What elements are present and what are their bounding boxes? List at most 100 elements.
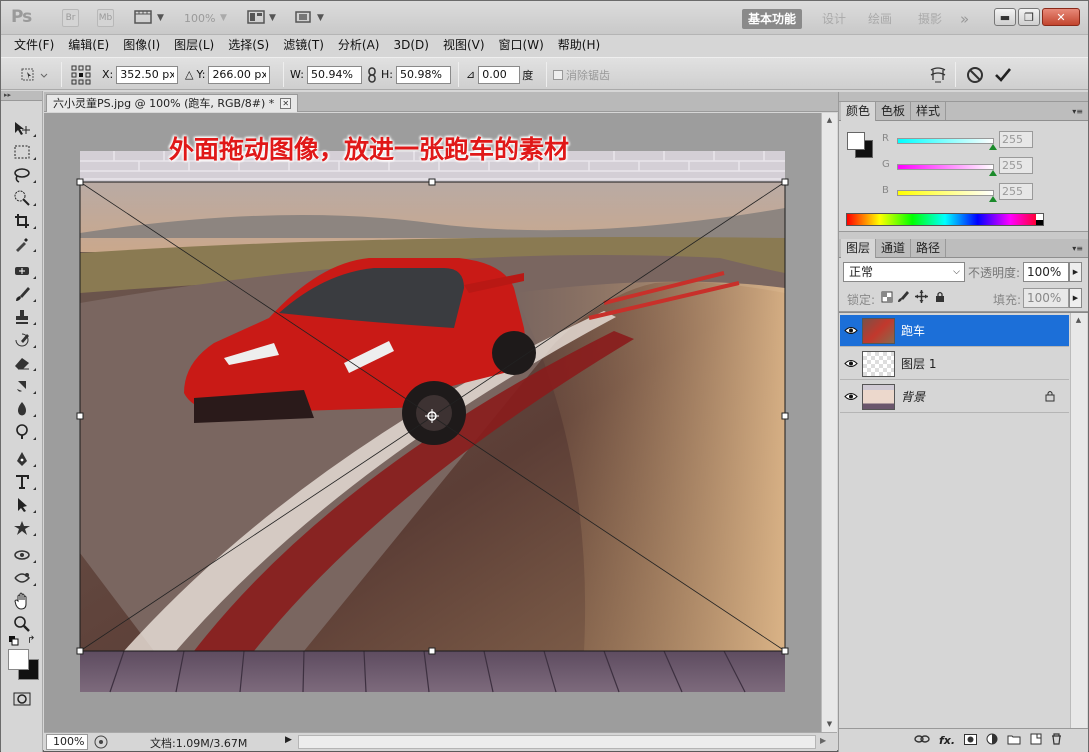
panel-menu-icon[interactable]: ▾≡ bbox=[1072, 107, 1083, 116]
tab-styles[interactable]: 样式 bbox=[911, 102, 947, 120]
menu-window[interactable]: 窗口(W) bbox=[492, 35, 551, 55]
chevron-down-icon[interactable]: ▼ bbox=[317, 9, 324, 27]
bridge-button[interactable]: Br bbox=[62, 9, 79, 27]
blue-value-input[interactable]: 255 bbox=[999, 183, 1033, 200]
warp-mode-icon[interactable] bbox=[929, 65, 947, 84]
spectrum-black[interactable] bbox=[1036, 220, 1043, 225]
zoom-field[interactable]: 100% bbox=[46, 734, 88, 750]
eraser-tool-icon[interactable] bbox=[1, 351, 43, 374]
arrange-documents-icon[interactable] bbox=[246, 9, 266, 25]
blend-mode-select[interactable]: 正常 ⌵ bbox=[843, 262, 965, 282]
green-slider[interactable] bbox=[897, 164, 994, 170]
maximize-button[interactable]: ❐ bbox=[1018, 8, 1040, 26]
fill-input[interactable]: 100% bbox=[1023, 288, 1069, 308]
menu-edit[interactable]: 编辑(E) bbox=[61, 35, 116, 55]
brush-tool-icon[interactable] bbox=[1, 282, 43, 305]
dodge-tool-icon[interactable] bbox=[1, 420, 43, 443]
reference-point-icon[interactable] bbox=[71, 65, 91, 84]
lock-all-icon[interactable] bbox=[934, 290, 946, 306]
color-spectrum-bar[interactable] bbox=[846, 213, 1044, 226]
tab-swatches[interactable]: 色板 bbox=[876, 102, 912, 120]
lock-position-icon[interactable] bbox=[915, 290, 928, 306]
layer-row-layer-1[interactable]: 图层 1 bbox=[840, 348, 1069, 380]
y-position-input[interactable] bbox=[208, 65, 271, 84]
menu-image[interactable]: 图像(I) bbox=[116, 35, 167, 55]
chevron-down-icon[interactable]: ▼ bbox=[220, 9, 227, 27]
workspace-design[interactable]: 设计 bbox=[816, 9, 852, 29]
blur-tool-icon[interactable] bbox=[1, 397, 43, 420]
more-workspaces-icon[interactable]: » bbox=[954, 9, 975, 29]
status-menu-arrow-icon[interactable]: ▶ bbox=[285, 735, 292, 745]
menu-file[interactable]: 文件(F) bbox=[7, 35, 61, 55]
zoom-level-display[interactable]: 100% bbox=[184, 9, 215, 27]
custom-shape-icon[interactable] bbox=[1, 516, 43, 539]
menu-view[interactable]: 视图(V) bbox=[436, 35, 492, 55]
new-layer-icon[interactable] bbox=[1030, 733, 1042, 748]
3d-orbit-icon[interactable] bbox=[1, 566, 43, 589]
3d-rotate-icon[interactable] bbox=[1, 543, 43, 566]
tab-layers[interactable]: 图层 bbox=[841, 239, 877, 258]
layer-row-race-car[interactable]: 跑车 bbox=[840, 315, 1069, 347]
history-brush-icon[interactable] bbox=[1, 328, 43, 351]
menu-analysis[interactable]: 分析(A) bbox=[331, 35, 387, 55]
width-scale-input[interactable] bbox=[306, 65, 362, 84]
link-icon[interactable] bbox=[367, 65, 377, 84]
panel-dock-header[interactable] bbox=[839, 92, 1088, 102]
lock-transparency-icon[interactable] bbox=[881, 291, 893, 306]
healing-brush-icon[interactable] bbox=[1, 259, 43, 282]
move-tool-preset-icon[interactable] bbox=[19, 65, 51, 84]
marquee-tool-icon[interactable] bbox=[1, 140, 43, 163]
chevron-down-icon[interactable]: ▼ bbox=[157, 9, 164, 27]
adjustment-layer-icon[interactable] bbox=[986, 733, 998, 748]
menu-3d[interactable]: 3D(D) bbox=[386, 35, 435, 55]
cancel-transform-icon[interactable] bbox=[966, 65, 984, 84]
menu-filter[interactable]: 滤镜(T) bbox=[276, 35, 331, 55]
visibility-eye-icon[interactable] bbox=[840, 326, 862, 335]
panel-menu-icon[interactable]: ▾≡ bbox=[1072, 244, 1083, 253]
add-mask-icon[interactable] bbox=[964, 733, 977, 748]
chevron-down-icon[interactable]: ▼ bbox=[269, 9, 276, 27]
canvas-area[interactable]: 外面拖动图像，放进一张跑车的素材 bbox=[44, 113, 821, 732]
fill-arrow-icon[interactable]: ▶ bbox=[1069, 288, 1082, 308]
clone-stamp-icon[interactable] bbox=[1, 305, 43, 328]
delete-layer-icon[interactable] bbox=[1051, 733, 1062, 748]
gradient-tool-icon[interactable] bbox=[1, 374, 43, 397]
blue-slider[interactable] bbox=[897, 190, 994, 196]
green-value-input[interactable]: 255 bbox=[999, 157, 1033, 174]
menu-help[interactable]: 帮助(H) bbox=[551, 35, 607, 55]
slider-handle-icon[interactable] bbox=[989, 170, 997, 176]
type-tool-icon[interactable] bbox=[1, 470, 43, 493]
scroll-up-icon[interactable]: ▲ bbox=[1071, 313, 1086, 328]
close-tab-icon[interactable]: ✕ bbox=[280, 98, 292, 109]
lasso-tool-icon[interactable] bbox=[1, 163, 43, 186]
hand-tool-icon[interactable] bbox=[1, 589, 43, 612]
menu-layer[interactable]: 图层(L) bbox=[167, 35, 221, 55]
workspace-essentials[interactable]: 基本功能 bbox=[742, 9, 803, 29]
swap-colors-icon[interactable]: ↱ bbox=[27, 635, 35, 646]
new-group-icon[interactable] bbox=[1007, 734, 1021, 748]
workspace-painting[interactable]: 绘画 bbox=[862, 9, 898, 29]
minimize-button[interactable]: ▬ bbox=[994, 8, 1016, 26]
foreground-color-swatch[interactable] bbox=[8, 649, 29, 670]
rotate-angle-input[interactable] bbox=[478, 65, 521, 84]
opacity-arrow-icon[interactable]: ▶ bbox=[1069, 262, 1082, 282]
antialias-checkbox[interactable] bbox=[553, 69, 563, 80]
workspace-photography[interactable]: 摄影 bbox=[912, 9, 948, 29]
crop-tool-icon[interactable] bbox=[1, 209, 43, 232]
scroll-up-icon[interactable]: ▲ bbox=[822, 113, 837, 128]
x-position-input[interactable] bbox=[116, 65, 179, 84]
visibility-eye-icon[interactable] bbox=[840, 359, 862, 368]
default-colors-icon[interactable] bbox=[9, 635, 19, 649]
mini-bridge-button[interactable]: Mb bbox=[97, 9, 114, 27]
layers-scrollbar[interactable]: ▲ ▼ bbox=[1070, 313, 1087, 739]
layer-style-fx-icon[interactable]: fx. bbox=[939, 734, 955, 747]
layer-row-background[interactable]: 背景 bbox=[840, 381, 1069, 413]
toolbox-collapse-icon[interactable]: ▸▸ bbox=[1, 91, 42, 101]
path-selection-icon[interactable] bbox=[1, 493, 43, 516]
quick-selection-icon[interactable] bbox=[1, 186, 43, 209]
visibility-eye-icon[interactable] bbox=[840, 392, 862, 401]
menu-select[interactable]: 选择(S) bbox=[221, 35, 276, 55]
quick-mask-icon[interactable] bbox=[1, 687, 43, 710]
screen-mode-icon[interactable] bbox=[293, 9, 313, 25]
link-layers-icon[interactable] bbox=[914, 734, 930, 747]
